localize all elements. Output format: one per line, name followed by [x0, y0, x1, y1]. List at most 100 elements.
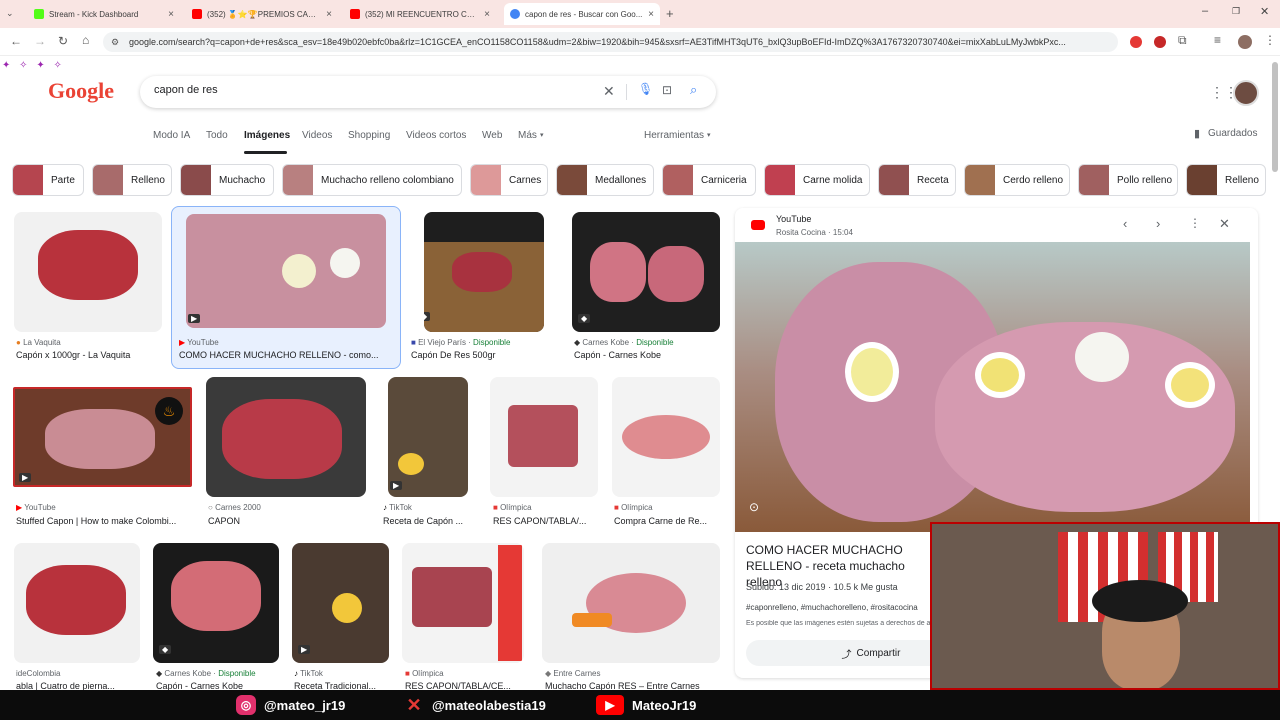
- result-caption[interactable]: Receta de Capón ...: [383, 516, 473, 526]
- close-icon[interactable]: ×: [484, 9, 490, 20]
- chip-cerdo-relleno[interactable]: Cerdo relleno: [964, 164, 1070, 196]
- tab-videos[interactable]: Videos: [302, 130, 332, 141]
- new-tab-icon[interactable]: +: [666, 6, 674, 21]
- tab-imagenes[interactable]: Imágenes: [244, 130, 290, 141]
- result-image[interactable]: ◆: [424, 212, 544, 332]
- scrollbar[interactable]: [1272, 62, 1278, 172]
- result-image[interactable]: [14, 212, 162, 332]
- youtube-icon: ▶: [596, 695, 624, 715]
- back-icon[interactable]: ←: [10, 34, 22, 48]
- egg-slice: [330, 248, 360, 278]
- tab-videos-cortos[interactable]: Videos cortos: [406, 130, 466, 141]
- chip-medallones[interactable]: Medallones: [556, 164, 654, 196]
- url-text: google.com/search?q=capon+de+res&sca_esv…: [129, 37, 1066, 47]
- preview-image[interactable]: ⊙: [735, 242, 1250, 532]
- close-icon[interactable]: ×: [648, 9, 654, 20]
- mic-icon[interactable]: 🎙: [638, 82, 653, 96]
- result-caption[interactable]: Compra Carne de Re...: [614, 516, 720, 526]
- next-icon[interactable]: ›: [1156, 216, 1160, 231]
- chip-label: Receta: [917, 174, 949, 186]
- result-image[interactable]: [402, 543, 524, 663]
- result-image[interactable]: ▶: [388, 377, 468, 497]
- close-icon[interactable]: ×: [326, 9, 332, 20]
- browser-tab[interactable]: (352) 🏅⭐🏆PREMIOS CAMI... ×: [186, 3, 338, 25]
- result-image[interactable]: [612, 377, 720, 497]
- minimize-icon[interactable]: –: [1202, 5, 1208, 17]
- chip-receta[interactable]: Receta: [878, 164, 956, 196]
- tab-todo[interactable]: Todo: [206, 130, 228, 141]
- chip-carnes[interactable]: Carnes: [470, 164, 548, 196]
- chip-relleno[interactable]: Relleno: [92, 164, 172, 196]
- panel-site[interactable]: YouTube: [776, 214, 811, 224]
- chevron-down-icon: ▾: [540, 132, 544, 139]
- chip-muchacho-relleno-colombiano[interactable]: Muchacho relleno colombiano: [282, 164, 462, 196]
- search-input[interactable]: capon de res: [154, 84, 218, 96]
- extensions-icon[interactable]: ⧉: [1178, 33, 1187, 48]
- site-icon: ■: [411, 338, 419, 347]
- lens-icon[interactable]: ⊡: [662, 83, 672, 97]
- tab-shopping[interactable]: Shopping: [348, 130, 390, 141]
- google-logo[interactable]: ✦ ✧ ✦ ✧ Google: [2, 60, 114, 103]
- result-source: ◆ Carnes Kobe · Disponible: [156, 669, 256, 678]
- result-image[interactable]: ▶: [292, 543, 389, 663]
- reload-icon[interactable]: ↻: [58, 34, 68, 48]
- result-image[interactable]: [14, 543, 140, 663]
- result-caption[interactable]: Stuffed Capon | How to make Colombi...: [16, 516, 192, 526]
- chip-muchacho[interactable]: Muchacho: [180, 164, 274, 196]
- tab-mas[interactable]: Más: [518, 130, 537, 141]
- browser-tab[interactable]: (352) MI REENCUENTRO CON ... ×: [344, 3, 496, 25]
- close-panel-icon[interactable]: ✕: [1219, 216, 1230, 232]
- home-icon[interactable]: ⌂: [82, 33, 89, 47]
- close-icon[interactable]: ×: [168, 9, 174, 20]
- maximize-icon[interactable]: ❐: [1232, 6, 1240, 17]
- tab-modo-ia[interactable]: Modo IA: [153, 130, 190, 141]
- result-image[interactable]: [490, 377, 598, 497]
- address-bar[interactable]: ⚙ google.com/search?q=capon+de+res&sca_e…: [103, 32, 1118, 52]
- tab-search-icon[interactable]: ⌄: [6, 8, 14, 19]
- result-caption[interactable]: RES CAPON/TABLA/...: [493, 516, 601, 526]
- result-image[interactable]: ◆: [572, 212, 720, 332]
- chip-parte[interactable]: Parte: [12, 164, 84, 196]
- logo-text: Google: [48, 78, 114, 103]
- result-image[interactable]: [542, 543, 720, 663]
- clear-icon[interactable]: ✕: [603, 83, 615, 100]
- result-caption[interactable]: Capón De Res 500gr: [411, 350, 551, 360]
- result-image[interactable]: [206, 377, 366, 497]
- account-avatar[interactable]: [1233, 80, 1259, 106]
- opera-icon[interactable]: [1154, 36, 1166, 48]
- tab-web[interactable]: Web: [482, 130, 502, 141]
- site-info-icon[interactable]: ⚙: [111, 32, 119, 52]
- browser-tab-active[interactable]: capon de res - Buscar con Goo... ×: [504, 3, 660, 25]
- saved-button[interactable]: Guardados: [1208, 128, 1257, 139]
- result-caption[interactable]: Capón x 1000gr - La Vaquita: [16, 350, 164, 360]
- result-caption[interactable]: Capón - Carnes Kobe: [574, 350, 722, 360]
- menu-icon[interactable]: ⋮: [1264, 33, 1276, 47]
- more-options-icon[interactable]: ⋮: [1189, 216, 1201, 230]
- reading-list-icon[interactable]: ≡: [1214, 33, 1221, 47]
- youtube-icon: [751, 220, 765, 230]
- result-source: ▶ YouTube: [16, 503, 56, 512]
- extension-red-icon[interactable]: [1130, 36, 1142, 48]
- chip-relleno-2[interactable]: Relleno: [1186, 164, 1266, 196]
- forward-icon[interactable]: →: [34, 34, 46, 48]
- tab-title: (352) MI REENCUENTRO CON ...: [365, 9, 481, 19]
- channel-name: Rosita Cocina: [776, 228, 826, 237]
- chip-carniceria[interactable]: Carniceria: [662, 164, 756, 196]
- search-icon[interactable]: ⌕: [690, 82, 697, 98]
- search-box[interactable]: [140, 76, 716, 108]
- browser-tab[interactable]: Stream - Kick Dashboard ×: [28, 3, 180, 25]
- window-close-icon[interactable]: ✕: [1260, 5, 1269, 18]
- result-caption[interactable]: CAPON: [208, 516, 366, 526]
- tools-button[interactable]: Herramientas: [644, 130, 704, 141]
- chip-carne-molida[interactable]: Carne molida: [764, 164, 870, 196]
- result-image[interactable]: ♨ ▶: [13, 387, 192, 487]
- profile-avatar[interactable]: [1238, 35, 1252, 49]
- result-image[interactable]: ◆: [153, 543, 279, 663]
- chip-pollo-relleno[interactable]: Pollo relleno: [1078, 164, 1178, 196]
- lens-search-icon[interactable]: ⊙: [749, 500, 759, 514]
- source-name: Olímpica: [621, 503, 653, 512]
- result-image-selected[interactable]: ▶: [186, 214, 386, 328]
- result-caption[interactable]: COMO HACER MUCHACHO RELLENO - como...: [179, 350, 395, 360]
- prev-icon[interactable]: ‹: [1123, 216, 1127, 231]
- chip-thumbnail: [879, 165, 909, 195]
